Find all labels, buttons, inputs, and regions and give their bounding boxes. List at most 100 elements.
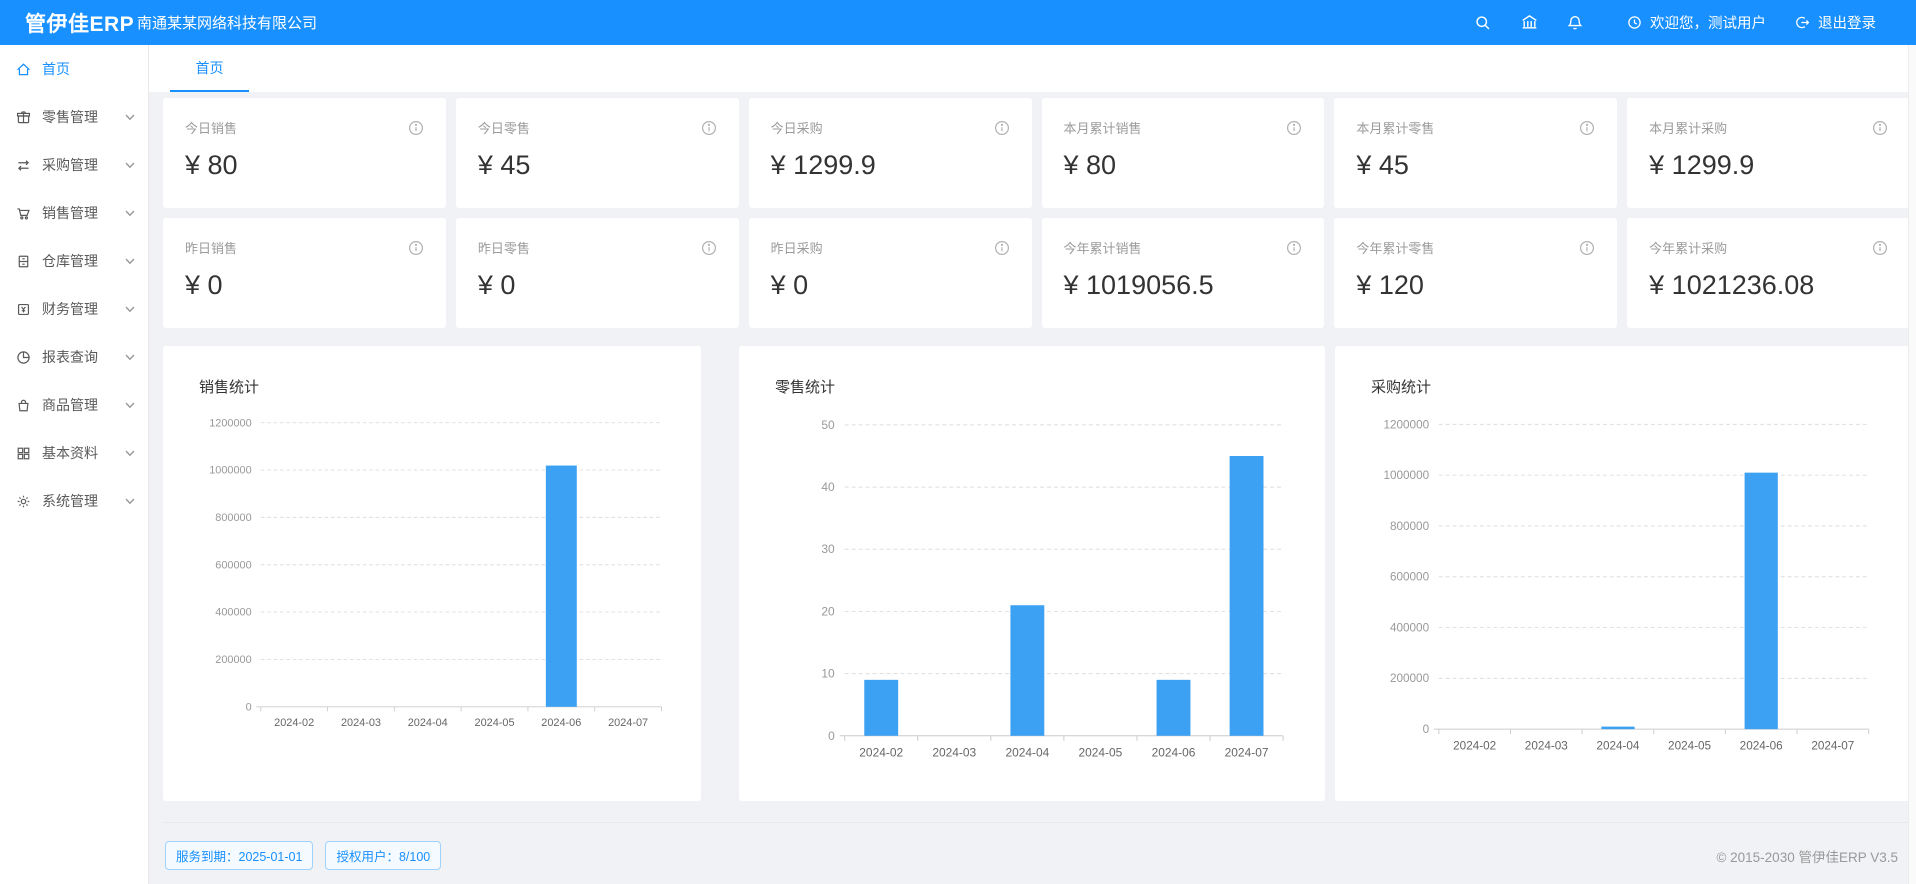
stat-card-yesterday-purchase: 昨日采购 ¥ 0 <box>749 218 1032 328</box>
stat-value: ¥ 0 <box>771 270 1010 301</box>
main-content: 今日销售 ¥ 80 今日零售 ¥ 45 今日采购 ¥ 1299.9 本月累计销售… <box>149 92 1916 884</box>
sidebar-item-home[interactable]: 首页 <box>0 45 148 93</box>
svg-text:400000: 400000 <box>215 607 251 619</box>
info-icon[interactable] <box>408 120 424 136</box>
tab-bar: 首页 <box>149 45 1916 93</box>
search-icon[interactable] <box>1460 0 1506 45</box>
svg-text:2024-04: 2024-04 <box>1005 746 1049 760</box>
info-icon[interactable] <box>701 240 717 256</box>
logout-button[interactable]: 退出登录 <box>1780 0 1890 45</box>
svg-text:2024-05: 2024-05 <box>475 717 515 729</box>
svg-text:2024-04: 2024-04 <box>408 717 448 729</box>
svg-text:0: 0 <box>1423 723 1430 736</box>
stat-card-today-purchase: 今日采购 ¥ 1299.9 <box>749 98 1032 208</box>
sidebar-item-retail[interactable]: 零售管理 <box>0 93 148 141</box>
service-expiry-badge[interactable]: 服务到期：2025-01-01 <box>165 841 313 870</box>
finance-icon <box>15 301 32 318</box>
sidebar: 首页 零售管理 采购管理 销售管理 仓库管理 财务管理 报表查询 商品管理 基本… <box>0 45 149 884</box>
sidebar-item-label: 采购管理 <box>42 155 125 175</box>
svg-text:600000: 600000 <box>215 559 251 571</box>
chevron-down-icon <box>125 306 135 313</box>
sidebar-item-reports[interactable]: 报表查询 <box>0 333 148 381</box>
svg-text:2024-02: 2024-02 <box>859 746 903 760</box>
scrollbar[interactable] <box>1908 45 1916 884</box>
retail-bar-chart: 010203040502024-022024-032024-042024-052… <box>753 399 1311 801</box>
sidebar-item-label: 报表查询 <box>42 347 125 367</box>
retail-chart-panel: 零售统计 010203040502024-022024-032024-04202… <box>739 346 1325 801</box>
sidebar-item-label: 销售管理 <box>42 203 125 223</box>
bar-2024-06 <box>1157 680 1191 736</box>
purchase-chart-panel: 采购统计 02000004000006000008000001000000120… <box>1335 346 1910 801</box>
svg-text:600000: 600000 <box>1390 571 1430 584</box>
chevron-down-icon <box>125 162 135 169</box>
user-menu[interactable]: 欢迎您，测试用户 <box>1612 0 1780 45</box>
tab-home[interactable]: 首页 <box>170 45 249 92</box>
company-name: 南通某某网络科技有限公司 <box>137 12 317 33</box>
swap-arrows-icon <box>15 157 32 174</box>
sidebar-item-label: 财务管理 <box>42 299 125 319</box>
svg-text:2024-02: 2024-02 <box>274 717 314 729</box>
sidebar-item-basedata[interactable]: 基本资料 <box>0 429 148 477</box>
info-icon[interactable] <box>1872 240 1888 256</box>
stat-label: 本月累计零售 <box>1356 118 1434 137</box>
stat-value: ¥ 0 <box>478 270 717 301</box>
sidebar-item-goods[interactable]: 商品管理 <box>0 381 148 429</box>
stat-card-year-retail: 今年累计零售 ¥ 120 <box>1334 218 1617 328</box>
stat-value: ¥ 80 <box>185 150 424 181</box>
sales-bar-chart: 0200000400000600000800000100000012000002… <box>177 399 687 766</box>
stat-value: ¥ 120 <box>1356 270 1595 301</box>
stat-value: ¥ 45 <box>1356 150 1595 181</box>
info-icon[interactable] <box>1579 120 1595 136</box>
app-logo[interactable]: 管伊佳ERP <box>0 8 137 38</box>
stat-label: 本月累计销售 <box>1064 118 1142 137</box>
grid-icon <box>15 445 32 462</box>
svg-text:200000: 200000 <box>1390 672 1430 685</box>
header-actions: 欢迎您，测试用户 退出登录 <box>1460 0 1916 45</box>
logout-label: 退出登录 <box>1818 12 1876 33</box>
sidebar-item-warehouse[interactable]: 仓库管理 <box>0 237 148 285</box>
stat-label: 今年累计采购 <box>1649 238 1727 257</box>
bar-2024-06 <box>1745 473 1778 729</box>
stat-card-month-purchase: 本月累计采购 ¥ 1299.9 <box>1627 98 1910 208</box>
stat-value: ¥ 0 <box>185 270 424 301</box>
stat-card-yesterday-sales: 昨日销售 ¥ 0 <box>163 218 446 328</box>
svg-text:50: 50 <box>821 418 835 432</box>
sidebar-item-system[interactable]: 系统管理 <box>0 477 148 525</box>
svg-text:2024-03: 2024-03 <box>1525 740 1568 753</box>
sidebar-item-label: 系统管理 <box>42 491 125 511</box>
info-icon[interactable] <box>994 120 1010 136</box>
sidebar-item-sales[interactable]: 销售管理 <box>0 189 148 237</box>
stat-cards: 今日销售 ¥ 80 今日零售 ¥ 45 今日采购 ¥ 1299.9 本月累计销售… <box>163 98 1910 328</box>
info-icon[interactable] <box>408 240 424 256</box>
stat-card-yesterday-retail: 昨日零售 ¥ 0 <box>456 218 739 328</box>
svg-text:1200000: 1200000 <box>209 417 251 429</box>
stat-card-year-sales: 今年累计销售 ¥ 1019056.5 <box>1042 218 1325 328</box>
info-icon[interactable] <box>994 240 1010 256</box>
bar-2024-07 <box>1230 456 1264 736</box>
info-icon[interactable] <box>1872 120 1888 136</box>
licensed-users-badge[interactable]: 授权用户：8/100 <box>325 841 441 870</box>
footer: 服务到期：2025-01-01 授权用户：8/100 © 2015-2030 管… <box>163 822 1910 870</box>
bell-icon[interactable] <box>1552 0 1598 45</box>
bank-icon[interactable] <box>1506 0 1552 45</box>
stat-label: 昨日销售 <box>185 238 237 257</box>
sidebar-item-purchase[interactable]: 采购管理 <box>0 141 148 189</box>
sidebar-item-finance[interactable]: 财务管理 <box>0 285 148 333</box>
info-icon[interactable] <box>1286 240 1302 256</box>
sidebar-item-label: 商品管理 <box>42 395 125 415</box>
chevron-down-icon <box>125 498 135 505</box>
info-icon[interactable] <box>1286 120 1302 136</box>
stat-label: 今日采购 <box>771 118 823 137</box>
info-icon[interactable] <box>1579 240 1595 256</box>
info-icon[interactable] <box>701 120 717 136</box>
svg-text:1000000: 1000000 <box>1383 469 1429 482</box>
svg-text:0: 0 <box>828 729 835 743</box>
svg-text:30: 30 <box>821 542 835 556</box>
svg-text:800000: 800000 <box>1390 520 1430 533</box>
stat-label: 今年累计销售 <box>1064 238 1142 257</box>
stat-label: 今日销售 <box>185 118 237 137</box>
stat-value: ¥ 1299.9 <box>1649 150 1888 181</box>
stat-value: ¥ 1299.9 <box>771 150 1010 181</box>
svg-text:20: 20 <box>821 604 835 618</box>
svg-text:2024-05: 2024-05 <box>1079 746 1123 760</box>
